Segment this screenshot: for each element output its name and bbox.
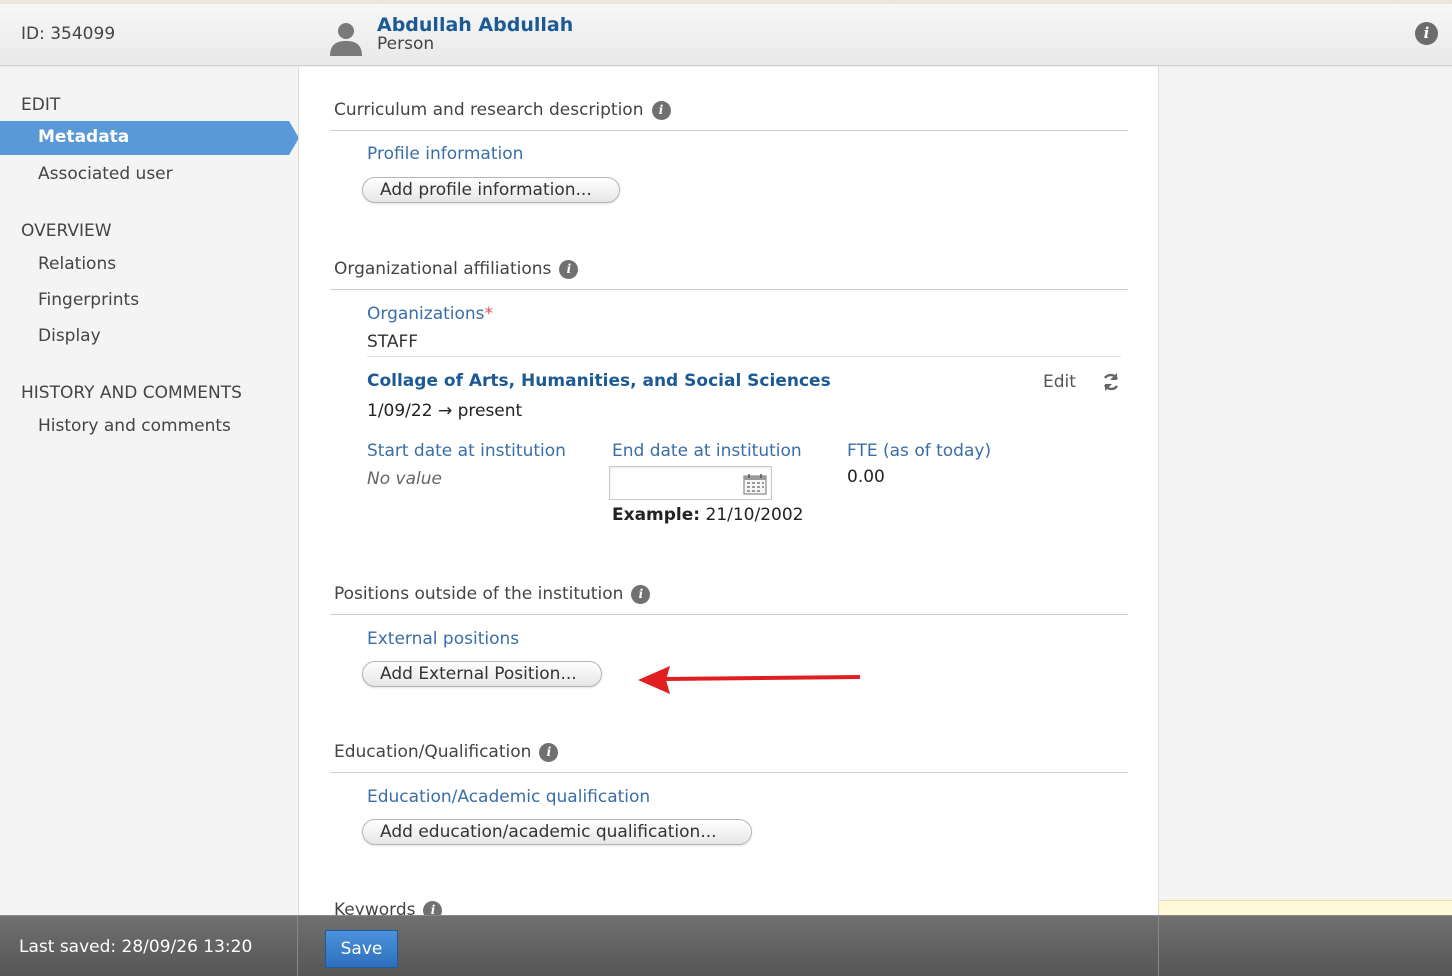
info-icon[interactable]: i <box>1415 22 1438 45</box>
footer-bar: Last saved: 28/09/26 13:20 Save <box>0 915 1452 976</box>
field-label-profile-information: Profile information <box>367 144 524 164</box>
add-profile-information-button[interactable]: Add profile information... <box>362 177 620 203</box>
edit-affiliation-link[interactable]: Edit <box>1043 372 1076 392</box>
sidebar-item-fingerprints[interactable]: Fingerprints <box>38 290 139 310</box>
affiliation-divider <box>367 356 1121 357</box>
info-icon[interactable]: i <box>539 742 559 762</box>
section-title-keywords: Keywords i <box>334 900 443 915</box>
field-label-external-positions: External positions <box>367 629 520 649</box>
record-id: ID: 354099 <box>21 24 116 44</box>
refresh-icon[interactable] <box>1101 372 1121 392</box>
sidebar-item-label: Metadata <box>38 127 130 147</box>
sidebar-item-history-and-comments[interactable]: History and comments <box>38 416 231 436</box>
start-date-value: No value <box>367 469 442 489</box>
last-saved-status: Last saved: 28/09/26 13:20 <box>19 937 253 957</box>
sidebar-heading-history: HISTORY AND COMMENTS <box>21 383 242 403</box>
required-marker: * <box>484 304 494 324</box>
fte-value: 0.00 <box>847 467 885 487</box>
sidebar-item-metadata[interactable]: Metadata <box>0 121 299 155</box>
add-education-qualification-button[interactable]: Add education/academic qualification... <box>362 819 752 845</box>
add-external-position-button[interactable]: Add External Position... <box>362 661 602 687</box>
organization-link[interactable]: Collage of Arts, Humanities, and Social … <box>367 371 831 391</box>
affiliation-period: 1/09/22 → present <box>367 401 523 421</box>
field-label-education: Education/Academic qualification <box>367 787 651 807</box>
section-title-curriculum: Curriculum and research description i <box>334 100 671 120</box>
sidebar-heading-edit: EDIT <box>21 95 61 115</box>
end-date-label: End date at institution <box>612 441 802 461</box>
footer-divider <box>1158 916 1159 976</box>
sidebar-item-relations[interactable]: Relations <box>38 254 116 274</box>
section-title-education: Education/Qualification i <box>334 742 559 762</box>
person-icon <box>330 23 362 56</box>
sidebar-item-display[interactable]: Display <box>38 326 101 346</box>
sidebar: EDIT Metadata Associated user OVERVIEW R… <box>0 67 299 915</box>
person-type: Person <box>377 34 435 54</box>
section-divider <box>330 130 1128 131</box>
sidebar-heading-overview: OVERVIEW <box>21 221 112 241</box>
annotation-arrow <box>638 666 861 694</box>
start-date-label: Start date at institution <box>367 441 566 461</box>
page-header: ID: 354099 Abdullah Abdullah Person i <box>0 4 1452 66</box>
fte-label: FTE (as of today) <box>847 441 992 461</box>
affiliation-group: STAFF <box>367 332 419 352</box>
date-example: Example: 21/10/2002 <box>612 505 804 525</box>
info-icon[interactable]: i <box>559 259 579 279</box>
calendar-icon[interactable] <box>743 473 767 495</box>
section-divider <box>330 772 1128 773</box>
sidebar-item-associated-user[interactable]: Associated user <box>38 164 173 184</box>
section-divider <box>330 289 1128 290</box>
section-divider <box>330 614 1128 615</box>
info-icon[interactable]: i <box>423 900 443 915</box>
save-button[interactable]: Save <box>325 930 398 968</box>
right-pane <box>1159 67 1452 915</box>
info-icon[interactable]: i <box>651 100 671 120</box>
main-content: Curriculum and research description i Pro… <box>298 67 1159 915</box>
section-title-affiliations: Organizational affiliations i <box>334 259 579 279</box>
section-title-positions: Positions outside of the institution i <box>334 584 651 604</box>
footer-divider <box>297 916 298 976</box>
info-icon[interactable]: i <box>631 584 651 604</box>
person-name[interactable]: Abdullah Abdullah <box>377 14 573 36</box>
field-label-organizations: Organizations* <box>367 304 494 324</box>
